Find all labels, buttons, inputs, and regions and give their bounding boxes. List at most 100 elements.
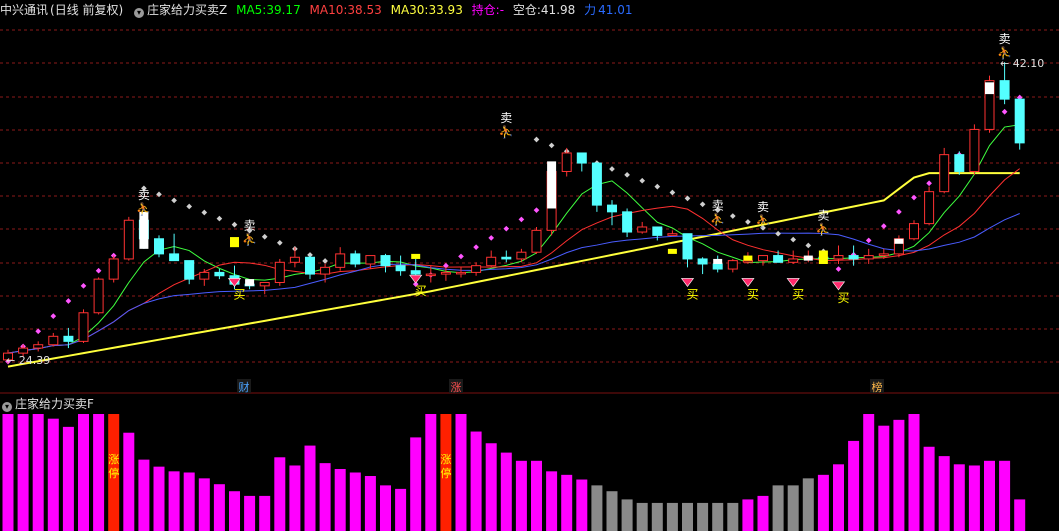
candle [893,235,904,258]
runner-icon: ⛹ [816,221,831,236]
candle [48,332,59,347]
histogram-bar [546,471,558,531]
histogram-bar [1014,499,1026,531]
sell-dot [231,221,238,228]
candle-up-body [516,251,527,260]
candle [501,250,512,263]
buy-dot [80,283,87,289]
candle [380,253,391,273]
histogram-bar [168,471,180,531]
candle [486,250,497,268]
histogram-bar [531,460,542,531]
signal-body-yellow [411,253,421,259]
candle [863,248,874,264]
candle [607,200,617,226]
candle [682,233,693,268]
histogram-bar [213,484,225,531]
candle-up-body [863,255,874,260]
histogram-bar [304,445,316,531]
high-price-label: ← 42.10 [1000,57,1044,70]
sell-dot [186,203,193,210]
histogram-bar [319,463,331,531]
histogram-bar [757,495,769,531]
histogram-bar [742,499,754,531]
candle-down-body [697,258,708,265]
histogram-bar [380,485,391,531]
histogram-bar [984,460,995,531]
histogram-bar [349,472,361,531]
histogram-bar [968,465,980,531]
buy-label: 买 [792,287,804,301]
event-marker: 榜 [872,380,883,394]
candle-up-body [486,256,497,267]
candle-up-body [18,347,29,354]
histogram-bar [953,464,965,531]
candle-up-body [561,152,572,172]
chart-stage[interactable]: 中兴通讯 (日线 前复权) ▾ 庄家给力买卖Z MA5:39.17 MA10:38.… [0,0,1059,531]
candle [939,147,950,194]
histogram-bar [576,479,588,531]
candle-up-body [969,128,980,172]
candle-down-body [712,263,723,270]
buy-dot [926,180,932,187]
candle [456,267,466,278]
candle-up-body [289,256,300,263]
candle [33,341,44,352]
histogram-bar [470,431,482,531]
candle [954,151,965,175]
histogram-bar [999,460,1011,531]
histogram-bar [32,414,44,531]
candle [93,277,104,315]
histogram-bar [802,478,814,531]
histogram-bar [485,443,497,531]
signal-body [713,258,723,264]
buy-label: 买 [747,287,759,301]
candle-up-body [924,191,935,225]
candle-down-body [999,80,1010,100]
limit-up-label: 涨 [108,453,119,466]
histogram-bar [591,485,603,531]
histogram-bar [229,491,240,531]
candle-up-body [788,258,799,263]
sell-dot [699,201,706,208]
sell-dot [669,189,676,196]
runner-icon: ⛹ [136,201,151,216]
histogram-bar [425,414,437,531]
runner-icon: ⛹ [242,231,257,246]
candle-up-body [667,233,678,236]
runner-icon: ⛹ [499,124,514,139]
histogram-bar [62,426,74,531]
signal-body [803,255,813,261]
candle-up-body [742,260,753,263]
candle [516,248,527,263]
candle-down-body [954,154,965,172]
sell-label: 卖 [999,32,1011,46]
candle-down-body [576,152,587,164]
candle [305,255,315,280]
candle-down-body [682,233,693,260]
buy-dot [50,313,57,319]
histogram-bar [515,460,527,531]
candle-down-body [154,238,164,255]
buy-dot [95,267,102,274]
histogram-bar [93,414,105,531]
candle [969,124,980,175]
histogram-bar [244,495,256,531]
sell-dot [745,219,751,225]
candle [274,258,285,286]
candle-up-body [637,226,648,233]
candle [667,230,678,236]
candle-down-body [63,335,74,342]
sell-dot [201,209,208,216]
candle [335,247,346,271]
histogram-bar [817,474,829,531]
candle [576,152,587,172]
candle-down-body [380,255,391,267]
diamond-icon [831,281,846,291]
buy-dot [503,225,510,232]
sell-dot [639,177,646,184]
candle [395,255,406,276]
limit-up-label: 涨 [440,453,451,466]
candle [758,255,768,266]
buy-dot [458,253,464,260]
